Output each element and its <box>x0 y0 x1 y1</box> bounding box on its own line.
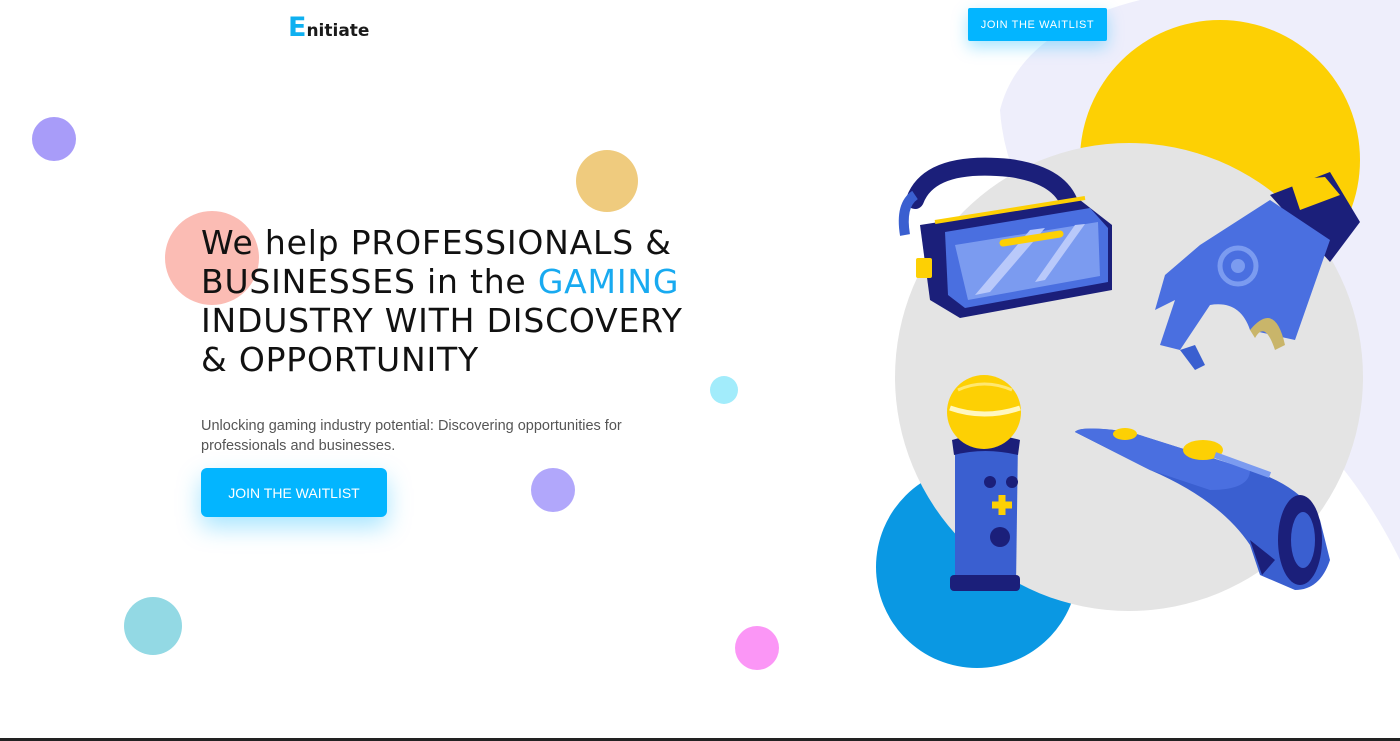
decor-dot-purple-left <box>32 117 76 161</box>
decor-dot-cyan-small <box>710 376 738 404</box>
logo[interactable]: Enitiate <box>288 14 369 41</box>
hero-subtitle: Unlocking gaming industry potential: Dis… <box>201 418 622 454</box>
hero-title-highlight: GAMING <box>537 262 680 301</box>
hero-title: We help PROFESSIONALS & BUSINESSES in th… <box>201 223 691 379</box>
hero-join-waitlist-button[interactable]: JOIN THE WAITLIST <box>201 468 387 517</box>
header-join-waitlist-button[interactable]: JOIN THE WAITLIST <box>968 8 1107 41</box>
motion-controller-icon <box>947 375 1021 591</box>
logo-initial: E <box>288 12 307 43</box>
decor-dot-teal <box>124 597 182 655</box>
decor-dot-orange <box>576 150 638 212</box>
decor-dot-pink <box>735 626 779 670</box>
decor-dot-purple-mid <box>531 468 575 512</box>
logo-text: nitiate <box>306 21 370 41</box>
hero-title-part2: INDUSTRY WITH DISCOVERY & OPPORTUNITY <box>201 301 683 379</box>
